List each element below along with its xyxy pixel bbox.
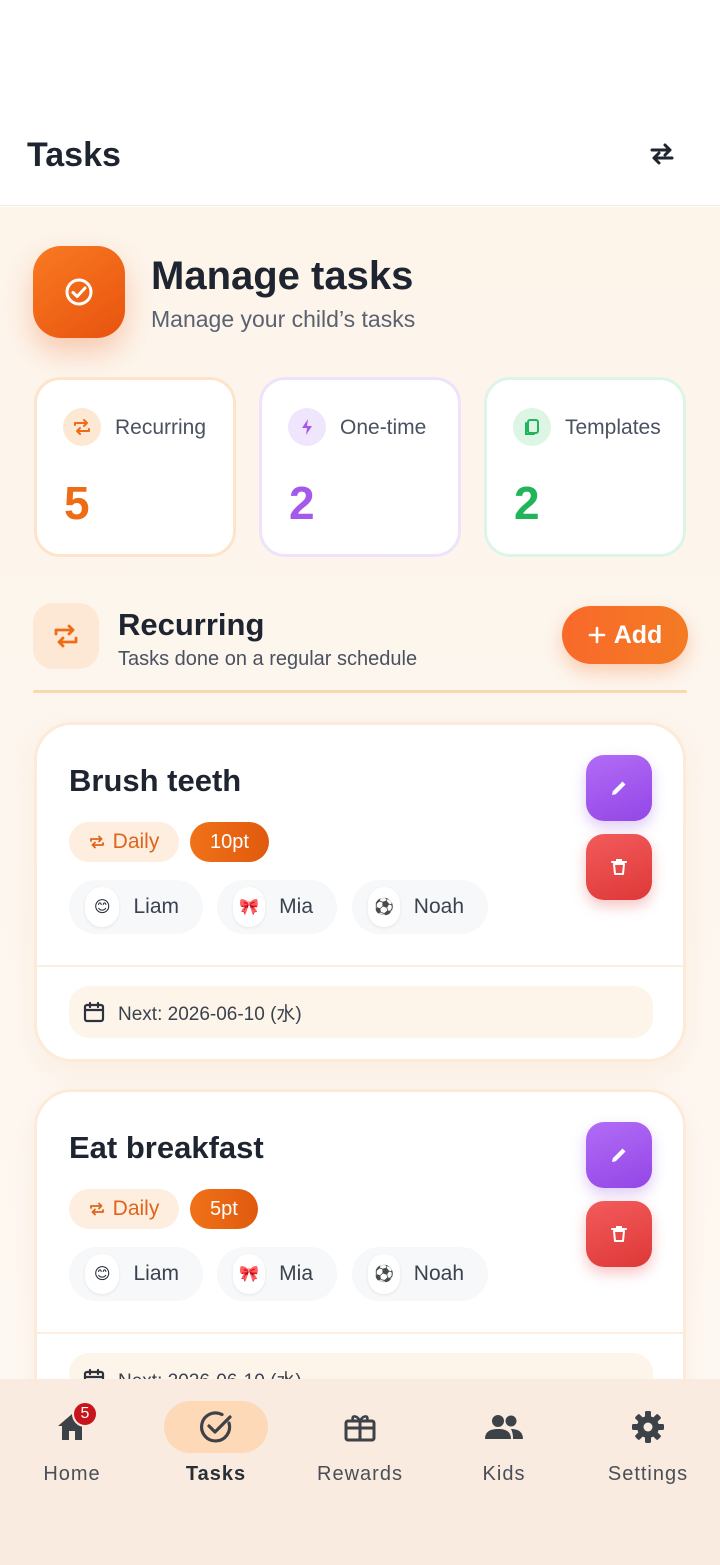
hero-icon-tile bbox=[33, 246, 125, 338]
calendar-icon bbox=[83, 1001, 105, 1023]
kid-chip: ⚽ Noah bbox=[352, 1247, 488, 1301]
frequency-label: Daily bbox=[112, 830, 160, 853]
points-chip: 10pt bbox=[190, 822, 269, 862]
avatar: 🎀 bbox=[233, 887, 266, 927]
stat-label: Recurring bbox=[115, 416, 207, 439]
task-title: Eat breakfast bbox=[69, 1130, 264, 1165]
card-divider bbox=[37, 965, 683, 967]
frequency-chip: Daily bbox=[69, 822, 179, 862]
stat-label: Templates bbox=[565, 416, 661, 439]
stat-label: One-time bbox=[340, 416, 427, 439]
kid-chip: 🎀 Mia bbox=[217, 880, 337, 934]
page-title: Tasks bbox=[27, 136, 121, 174]
add-button-label: Add bbox=[613, 620, 663, 649]
kid-chip: 😊 Liam bbox=[69, 880, 203, 934]
nav-label: Settings bbox=[607, 1463, 689, 1485]
avatar: ⚽ bbox=[368, 887, 400, 927]
nav-item-tasks[interactable]: Tasks bbox=[144, 1379, 288, 1499]
kid-chip: 😊 Liam bbox=[69, 1247, 203, 1301]
points-chip: 5pt bbox=[190, 1189, 258, 1229]
repeat-icon bbox=[89, 1202, 104, 1216]
gear-icon bbox=[632, 1411, 664, 1443]
stat-value: 5 bbox=[64, 477, 90, 529]
repeat-icon bbox=[54, 624, 78, 648]
section-icon-tile bbox=[33, 603, 99, 669]
trash-icon bbox=[611, 859, 627, 875]
notification-badge: 5 bbox=[72, 1401, 98, 1427]
task-title: Brush teeth bbox=[69, 763, 242, 798]
nav-label: Tasks bbox=[185, 1463, 247, 1485]
trash-icon bbox=[611, 1226, 627, 1242]
kid-name: Mia bbox=[279, 895, 313, 918]
people-icon bbox=[485, 1415, 523, 1439]
hero-subtitle: Manage your child’s tasks bbox=[151, 306, 416, 332]
check-circle-icon bbox=[200, 1411, 232, 1443]
calendar-icon bbox=[83, 1368, 105, 1379]
next-date-text: Next: 2026-06-10 (水) bbox=[118, 1003, 302, 1025]
avatar: 😊 bbox=[85, 1254, 120, 1294]
check-circle-icon bbox=[65, 278, 93, 306]
kid-name: Liam bbox=[133, 1262, 179, 1285]
frequency-label: Daily bbox=[112, 1197, 160, 1220]
next-date-row: Next: 2026-06-10 (水) bbox=[69, 986, 653, 1038]
nav-label: Home bbox=[43, 1463, 101, 1485]
avatar: 😊 bbox=[85, 887, 120, 927]
app-bar: Tasks bbox=[0, 0, 720, 206]
main-content: Manage tasks Manage your child’s tasks R… bbox=[0, 207, 720, 1379]
copy-icon bbox=[513, 408, 551, 446]
plus-icon bbox=[588, 626, 605, 644]
repeat-icon bbox=[63, 408, 101, 446]
pencil-icon bbox=[612, 1148, 626, 1162]
card-divider bbox=[37, 1332, 683, 1334]
kid-chip: 🎀 Mia bbox=[217, 1247, 337, 1301]
repeat-icon bbox=[89, 835, 104, 849]
hero-title: Manage tasks bbox=[151, 254, 414, 298]
frequency-chip: Daily bbox=[69, 1189, 179, 1229]
task-card[interactable]: Eat breakfast Daily 5pt 😊 Liam 🎀 Mia ⚽ N… bbox=[34, 1089, 686, 1379]
swap-icon bbox=[650, 143, 674, 165]
stat-value: 2 bbox=[289, 477, 315, 529]
stat-value: 2 bbox=[514, 477, 540, 529]
section-divider bbox=[33, 690, 687, 693]
avatar: 🎀 bbox=[233, 1254, 266, 1294]
kid-chip: ⚽ Noah bbox=[352, 880, 488, 934]
stat-card-recurring[interactable]: Recurring 5 bbox=[34, 377, 236, 557]
avatar: ⚽ bbox=[368, 1254, 400, 1294]
delete-button[interactable] bbox=[586, 834, 652, 900]
nav-label: Rewards bbox=[317, 1463, 403, 1485]
pencil-icon bbox=[612, 781, 626, 795]
nav-item-rewards[interactable]: Rewards bbox=[288, 1379, 432, 1499]
swap-button[interactable] bbox=[640, 134, 684, 174]
task-card[interactable]: Brush teeth Daily 10pt 😊 Liam 🎀 Mia ⚽ No… bbox=[34, 722, 686, 1062]
kid-name: Noah bbox=[413, 895, 464, 918]
kid-name: Noah bbox=[413, 1262, 464, 1285]
bottom-nav: 5 Home Tasks Rewards Kids Settings bbox=[0, 1379, 720, 1565]
nav-item-settings[interactable]: Settings bbox=[576, 1379, 720, 1499]
kid-name: Mia bbox=[279, 1262, 313, 1285]
add-task-button[interactable]: Add bbox=[562, 606, 688, 664]
edit-button[interactable] bbox=[586, 755, 652, 821]
nav-item-home[interactable]: 5 Home bbox=[0, 1379, 144, 1499]
bolt-icon bbox=[288, 408, 326, 446]
next-date-row: Next: 2026-06-10 (水) bbox=[69, 1353, 653, 1379]
stat-card-templates[interactable]: Templates 2 bbox=[484, 377, 686, 557]
gift-icon bbox=[344, 1415, 376, 1442]
delete-button[interactable] bbox=[586, 1201, 652, 1267]
section-subtitle: Tasks done on a regular schedule bbox=[118, 648, 418, 670]
kid-name: Liam bbox=[133, 895, 179, 918]
nav-label: Kids bbox=[482, 1463, 526, 1485]
stat-card-one-time[interactable]: One-time 2 bbox=[259, 377, 461, 557]
section-title: Recurring bbox=[118, 607, 265, 642]
nav-item-kids[interactable]: Kids bbox=[432, 1379, 576, 1499]
next-date-text: Next: 2026-06-10 (水) bbox=[118, 1366, 302, 1380]
edit-button[interactable] bbox=[586, 1122, 652, 1188]
